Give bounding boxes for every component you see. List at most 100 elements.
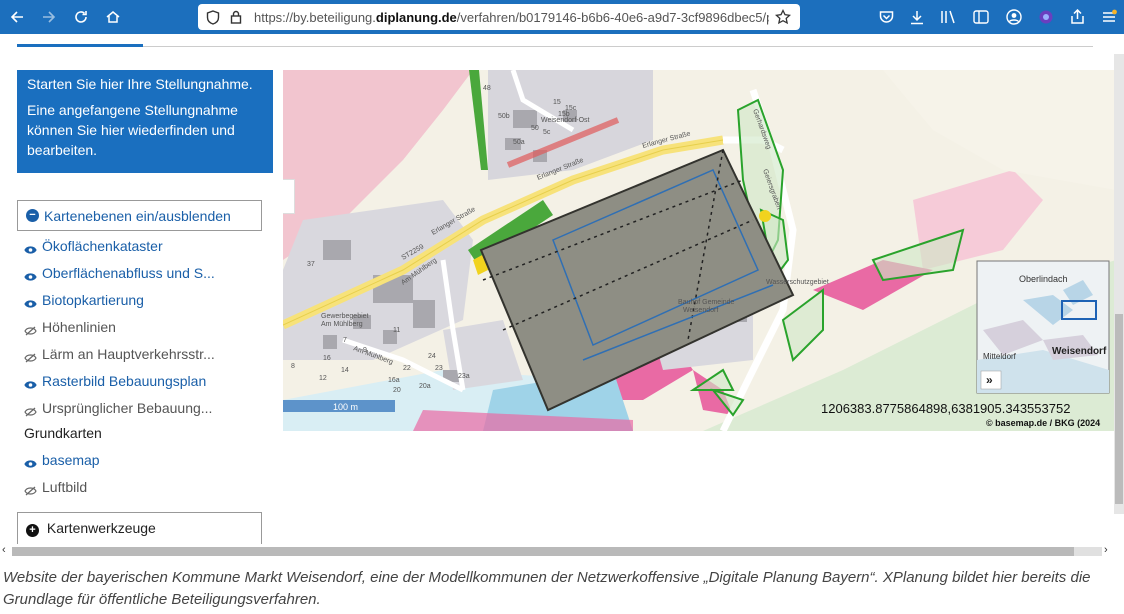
sidebar-icon[interactable] — [970, 0, 992, 34]
svg-text:16: 16 — [323, 355, 331, 362]
layer-label: Lärm an Hauptverkehrsstr... — [42, 346, 215, 362]
overview-toggle-button[interactable]: » — [986, 373, 993, 387]
svg-text:22: 22 — [403, 365, 411, 372]
home-icon[interactable] — [102, 0, 124, 34]
basemaps-heading: Grundkarten — [24, 425, 102, 441]
eye-off-icon — [24, 483, 37, 495]
eye-icon — [24, 456, 37, 468]
layers-toggle-label: Kartenebenen ein/ausblenden — [44, 207, 231, 224]
tab-divider — [17, 46, 1093, 47]
svg-text:12: 12 — [319, 375, 327, 382]
layer-label: Ursprünglicher Bebauung... — [42, 400, 213, 416]
map-view[interactable]: Weisendorf-Ost Gewerbegebiet Am Mühlberg… — [283, 70, 1116, 431]
layer-toggle-item[interactable]: Ursprünglicher Bebauung... — [24, 398, 212, 418]
svg-text:20: 20 — [393, 387, 401, 394]
scroll-left-icon[interactable]: ‹ — [2, 544, 6, 556]
svg-text:16a: 16a — [388, 377, 400, 384]
account-icon[interactable] — [1003, 0, 1025, 34]
image-caption: Website der bayerischen Kommune Markt We… — [3, 569, 1091, 608]
overview-map[interactable]: Oberlindach Mitteldorf Weisendorf » — [976, 260, 1110, 394]
extension-icon[interactable] — [1035, 0, 1057, 34]
svg-text:11: 11 — [393, 327, 400, 334]
statement-intro-panel[interactable]: Starten Sie hier Ihre Stellungnahme. Ein… — [17, 70, 273, 173]
svg-text:15b: 15b — [558, 111, 570, 118]
layer-toggle-item[interactable]: Oberflächenabfluss und S... — [24, 263, 215, 283]
svg-text:15: 15 — [553, 99, 561, 106]
yellow-marker — [759, 210, 771, 222]
layer-toggle-item[interactable]: Biotopkartierung — [24, 290, 144, 310]
svg-text:5c: 5c — [543, 129, 551, 136]
eye-icon — [24, 296, 37, 308]
svg-text:50: 50 — [531, 125, 539, 132]
layer-toggle-item[interactable]: Lärm an Hauptverkehrsstr... — [24, 344, 215, 364]
overview-label-oberlindach: Oberlindach — [1019, 274, 1068, 284]
minus-circle-icon: − — [26, 209, 39, 222]
svg-text:23a: 23a — [458, 373, 470, 380]
svg-text:Am Mühlberg: Am Mühlberg — [321, 321, 363, 328]
svg-text:23: 23 — [435, 365, 443, 372]
svg-text:50b: 50b — [498, 113, 510, 120]
forward-icon[interactable] — [38, 0, 60, 34]
overview-label-mitteldorf: Mitteldorf — [983, 352, 1017, 361]
layer-label: Oberflächenabfluss und S... — [42, 265, 215, 281]
intro-resume-text: Eine angefangene Stellungnahme können Si… — [27, 102, 238, 158]
map-side-handle[interactable] — [283, 179, 295, 214]
reload-icon[interactable] — [70, 0, 92, 34]
svg-text:Wasserschutzgebiet: Wasserschutzgebiet — [766, 279, 829, 286]
eye-icon — [24, 377, 37, 389]
layer-toggle-item[interactable]: Rasterbild Bebauungsplan — [24, 371, 206, 391]
vertical-scroll-thumb[interactable] — [1115, 314, 1123, 504]
svg-text:7: 7 — [343, 337, 347, 344]
library-icon[interactable] — [937, 0, 959, 34]
share-icon[interactable] — [1066, 0, 1088, 34]
svg-text:9: 9 — [363, 347, 367, 354]
layer-label: Ökoflächenkataster — [42, 238, 163, 254]
menu-icon[interactable] — [1098, 0, 1120, 34]
coordinates-readout: 1206383.8775864898,6381905.343553752 — [821, 401, 1070, 416]
layer-toggle-item[interactable]: basemap — [24, 450, 100, 470]
svg-text:Weisendorf-Ost: Weisendorf-Ost — [541, 117, 590, 124]
layer-label: Rasterbild Bebauungsplan — [42, 373, 207, 389]
map-canvas[interactable]: Weisendorf-Ost Gewerbegebiet Am Mühlberg… — [283, 70, 1116, 431]
eye-off-icon — [24, 404, 37, 416]
pocket-icon[interactable] — [875, 0, 897, 34]
tab-active-indicator[interactable] — [17, 44, 143, 47]
page-content: Starten Sie hier Ihre Stellungnahme. Ein… — [0, 34, 1124, 558]
intro-start-text: Starten Sie hier Ihre Stellungnahme. — [27, 76, 253, 92]
url-text: https://by.beteiligung.diplanung.de/verf… — [254, 9, 769, 25]
layer-label: Luftbild — [42, 479, 88, 495]
shield-icon[interactable] — [206, 9, 222, 25]
attribution-text: © basemap.de / BKG (2024 — [986, 418, 1100, 428]
svg-text:50a: 50a — [513, 139, 525, 146]
overview-label-weisendorf: Weisendorf — [1052, 346, 1107, 357]
browser-toolbar: https://by.beteiligung.diplanung.de/verf… — [0, 0, 1124, 34]
layer-toggle-item[interactable]: Luftbild — [24, 477, 87, 497]
url-bar[interactable]: https://by.beteiligung.diplanung.de/verf… — [198, 4, 800, 30]
plus-circle-icon: + — [26, 524, 39, 537]
download-icon[interactable] — [906, 0, 928, 34]
svg-text:Bauhof Gemeinde: Bauhof Gemeinde — [678, 299, 735, 306]
svg-text:24: 24 — [428, 353, 436, 360]
scale-label: 100 m — [333, 402, 358, 412]
eye-off-icon — [24, 350, 37, 362]
layer-label: Höhenlinien — [42, 319, 116, 335]
layer-label: Biotopkartierung — [42, 292, 144, 308]
svg-text:20a: 20a — [419, 383, 431, 390]
horizontal-scrollbar[interactable]: ‹ › — [0, 544, 1124, 558]
back-icon[interactable] — [6, 0, 28, 34]
eye-off-icon — [24, 323, 37, 335]
layer-label: basemap — [42, 452, 100, 468]
svg-text:8: 8 — [291, 363, 295, 370]
star-icon[interactable] — [775, 9, 791, 25]
svg-text:48: 48 — [483, 85, 491, 92]
horizontal-scroll-thumb[interactable] — [12, 547, 1074, 556]
eye-icon — [24, 242, 37, 254]
vertical-scrollbar[interactable] — [1114, 54, 1124, 514]
layers-toggle-button[interactable]: − Kartenebenen ein/ausblenden — [17, 200, 262, 231]
scroll-right-icon[interactable]: › — [1104, 544, 1108, 556]
svg-text:14: 14 — [341, 367, 349, 374]
lock-icon[interactable] — [230, 10, 246, 24]
layer-toggle-item[interactable]: Höhenlinien — [24, 317, 116, 337]
layer-toggle-item[interactable]: Ökoflächenkataster — [24, 236, 163, 256]
svg-text:Gewerbegebiet: Gewerbegebiet — [321, 313, 369, 320]
